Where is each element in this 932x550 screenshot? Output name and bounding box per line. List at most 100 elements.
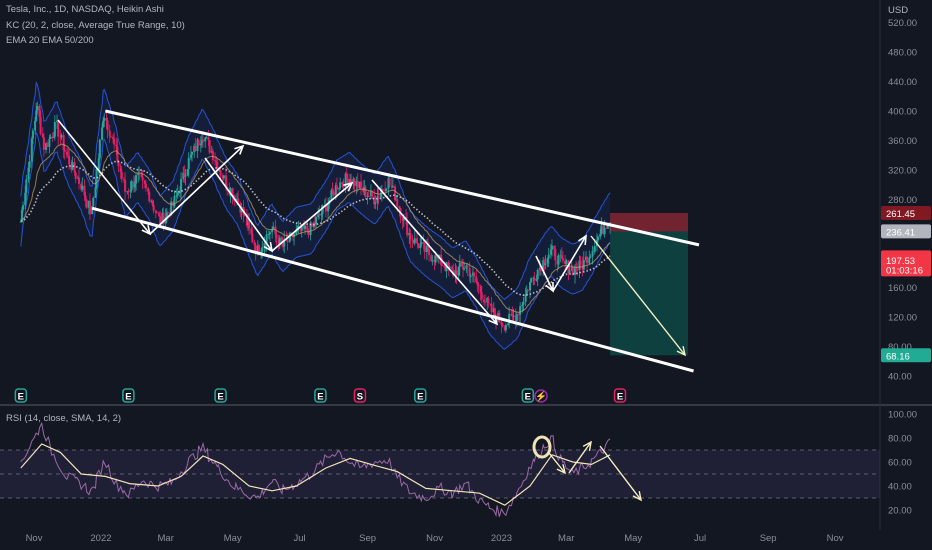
candle-body <box>588 257 591 264</box>
candle-body <box>268 232 271 234</box>
candle-body <box>356 180 359 189</box>
rsi-legend[interactable]: RSI (14, close, SMA, 14, 2) <box>6 413 121 424</box>
candle-body <box>360 181 363 188</box>
candle-body <box>78 177 81 184</box>
rsi-y-tick-label: 60.00 <box>888 458 912 469</box>
candle-body <box>53 122 56 137</box>
candle-body <box>473 272 476 277</box>
event-marker-split[interactable]: S <box>353 388 367 403</box>
candle-body <box>155 212 158 214</box>
candle-body <box>458 262 461 268</box>
candle-body <box>526 289 529 291</box>
x-tick-label: 2023 <box>491 533 512 544</box>
candle-body <box>109 136 112 138</box>
candle-body <box>120 171 123 180</box>
candle-body <box>219 170 222 176</box>
candle-body <box>207 137 210 141</box>
candle-body <box>148 191 151 202</box>
price-tag-label: 197.53 <box>886 256 915 267</box>
event-marker-earnings[interactable]: E <box>314 388 327 403</box>
event-marker-label: E <box>125 392 131 403</box>
candle-body <box>272 226 275 229</box>
candle-body <box>434 255 437 263</box>
x-tick-label: May <box>624 533 642 544</box>
rsi-y-tick-label: 100.00 <box>888 410 917 421</box>
candle-body <box>469 275 472 277</box>
candle-body <box>222 175 225 179</box>
candle-body <box>593 246 596 252</box>
x-tick-label: Sep <box>760 533 777 544</box>
candle-body <box>166 212 169 214</box>
candle-body <box>108 130 111 137</box>
candle-body <box>101 127 104 140</box>
candle-body <box>25 179 28 193</box>
candle-body <box>103 118 106 121</box>
kc-legend[interactable]: KC (20, 2, close, Average True Range, 10… <box>6 20 185 31</box>
candle-body <box>42 137 45 150</box>
candle-body <box>455 270 458 276</box>
candle-body <box>441 265 444 267</box>
candle-body <box>261 247 264 252</box>
event-marker-earnings[interactable]: E <box>214 388 227 403</box>
candle-body <box>74 172 77 179</box>
candle-body <box>515 314 518 321</box>
candle-body <box>524 294 527 302</box>
candle-body <box>391 186 394 188</box>
rsi-y-tick-label: 20.00 <box>888 506 912 517</box>
event-marker-earnings[interactable]: E <box>122 388 135 403</box>
price-tag-label: 68.16 <box>886 351 910 362</box>
candle-body <box>547 254 550 259</box>
event-marker-earnings[interactable]: E <box>14 388 28 403</box>
candle-body <box>191 151 194 155</box>
candle-body <box>251 233 254 243</box>
candle-body <box>377 196 380 198</box>
candle-body <box>529 282 532 291</box>
candle-body <box>205 137 208 139</box>
candle-body <box>173 196 176 207</box>
candle-body <box>73 162 76 173</box>
y-tick-label: 160.00 <box>888 283 917 294</box>
candle-body <box>106 120 109 131</box>
candle-body <box>544 263 547 266</box>
candle-body <box>60 135 63 138</box>
event-marker-label: E <box>18 392 24 403</box>
y-tick-label: 480.00 <box>888 48 917 59</box>
ema-legend[interactable]: EMA 20 EMA 50/200 <box>6 35 94 46</box>
event-marker-earnings[interactable]: E <box>521 388 535 403</box>
candle-body <box>127 191 130 193</box>
candle-body <box>68 156 71 165</box>
candle-body <box>88 200 91 215</box>
symbol-legend[interactable]: Tesla, Inc., 1D, NASDAQ, Heikin Ashi <box>6 4 164 15</box>
candle-body <box>184 175 187 177</box>
x-tick-label: May <box>224 533 242 544</box>
candle-body <box>484 302 487 304</box>
candle-body <box>144 184 147 189</box>
candle-body <box>141 177 144 181</box>
price-tag-label: 261.45 <box>886 209 915 220</box>
candle-body <box>554 248 557 261</box>
candle-body <box>530 278 533 283</box>
event-marker-label: E <box>217 392 223 403</box>
y-tick-label: 40.00 <box>888 372 912 383</box>
candle-body <box>536 270 539 280</box>
x-tick-label: Nov <box>26 533 43 544</box>
candle-body <box>487 298 490 304</box>
candle-body <box>85 199 88 208</box>
event-marker-earnings[interactable]: E <box>414 388 427 403</box>
candle-body <box>586 256 589 264</box>
candle-body <box>39 116 42 134</box>
candle-body <box>415 238 418 243</box>
chart-canvas[interactable]: 40.0080.00120.00160.00200.00240.00280.00… <box>0 0 932 550</box>
candle-body <box>413 238 416 244</box>
chart-root: 40.0080.00120.00160.00200.00240.00280.00… <box>0 0 932 550</box>
x-tick-label: Jul <box>293 533 305 544</box>
event-marker-future-earnings[interactable]: E <box>613 388 627 403</box>
candle-body <box>381 189 384 191</box>
event-marker-dividend[interactable]: ⚡ <box>534 389 548 403</box>
candle-body <box>28 161 31 168</box>
candle-body <box>557 255 560 265</box>
candle-body <box>568 270 571 274</box>
candle-body <box>152 204 155 211</box>
candle-body <box>522 301 525 305</box>
y-tick-label: 520.00 <box>888 18 917 29</box>
